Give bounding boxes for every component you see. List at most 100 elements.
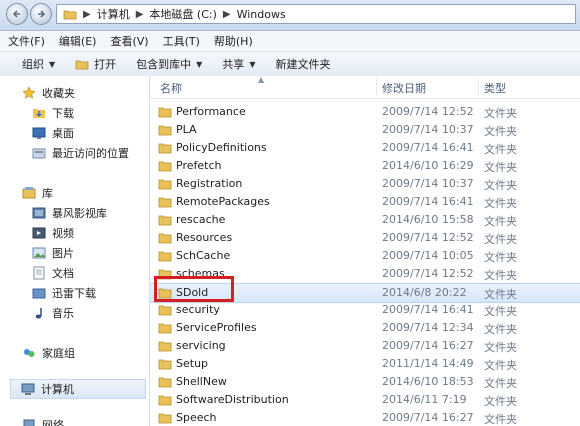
chevron-down-icon: ▼ — [249, 59, 256, 69]
address-field[interactable]: ▶ 计算机 ▶ 本地磁盘 (C:) ▶ Windows — [56, 4, 576, 24]
file-name: PolicyDefinitions — [176, 141, 267, 154]
nav-downloads[interactable]: 下载 — [32, 104, 74, 122]
file-type: 文件夹 — [484, 125, 517, 138]
file-row[interactable]: ShellNew 2014/6/10 18:53 文件夹 — [150, 373, 580, 391]
open-button[interactable]: 打开 — [65, 52, 126, 76]
file-type: 文件夹 — [484, 161, 517, 174]
network-icon — [23, 419, 35, 426]
file-row[interactable]: RemotePackages 2009/7/14 16:41 文件夹 — [150, 193, 580, 211]
file-type: 文件夹 — [484, 395, 517, 408]
file-row[interactable]: Prefetch 2014/6/10 16:29 文件夹 — [150, 157, 580, 175]
file-row[interactable]: Performance 2009/7/14 12:52 文件夹 — [150, 103, 580, 121]
file-name: SchCache — [176, 249, 231, 262]
menu-view[interactable]: 查看(V) — [102, 33, 154, 49]
nav-homegroup[interactable]: 家庭组 — [22, 344, 75, 362]
music-note-icon — [35, 308, 42, 319]
file-type: 文件夹 — [484, 107, 517, 120]
file-name: Resources — [176, 231, 233, 244]
file-row[interactable]: Setup 2011/1/14 14:49 文件夹 — [150, 355, 580, 373]
column-name[interactable]: 名称 — [160, 80, 182, 96]
menu-edit[interactable]: 编辑(E) — [51, 33, 103, 49]
file-name: Registration — [176, 177, 243, 190]
include-in-library-button[interactable]: 包含到库中 ▼ — [126, 52, 212, 76]
file-row[interactable]: Resources 2009/7/14 12:52 文件夹 — [150, 229, 580, 247]
homegroup-icon — [24, 349, 35, 357]
include-label: 包含到库中 — [136, 58, 192, 71]
breadcrumb-local-disk[interactable]: ▶ 本地磁盘 (C:) — [136, 6, 217, 22]
menu-help[interactable]: 帮助(H) — [206, 33, 259, 49]
file-modified-date: 2009/7/14 16:27 — [382, 411, 474, 424]
nav-pictures[interactable]: 图片 — [32, 244, 74, 262]
folder-icon — [158, 161, 172, 172]
breadcrumb-windows[interactable]: ▶ Windows — [223, 8, 286, 21]
picture-icon — [32, 247, 46, 259]
file-row[interactable]: security 2009/7/14 16:41 文件夹 — [150, 301, 580, 319]
file-name: RemotePackages — [176, 195, 270, 208]
folder-icon — [158, 395, 172, 406]
document-icon — [33, 266, 45, 280]
file-row[interactable]: Speech 2009/7/14 16:27 文件夹 — [150, 409, 580, 426]
file-type: 文件夹 — [484, 251, 517, 264]
nav-recent[interactable]: 最近访问的位置 — [32, 144, 129, 162]
nav-music[interactable]: 音乐 — [32, 304, 74, 322]
column-divider[interactable] — [376, 78, 377, 96]
file-row[interactable]: rescache 2014/6/10 15:58 文件夹 — [150, 211, 580, 229]
nav-label: 文档 — [52, 267, 74, 280]
file-modified-date: 2009/7/14 16:41 — [382, 303, 474, 316]
column-divider[interactable] — [478, 78, 479, 96]
breadcrumb-label: Windows — [236, 7, 286, 21]
file-type: 文件夹 — [484, 143, 517, 156]
file-row[interactable]: servicing 2009/7/14 16:27 文件夹 — [150, 337, 580, 355]
file-modified-date: 2014/6/8 20:22 — [382, 286, 467, 299]
navigation-pane: 收藏夹 下载 桌面 最近访问的位置 库 暴风影视库 视频 图片 文档 迅雷下载 … — [0, 76, 150, 426]
column-type[interactable]: 类型 — [484, 80, 506, 96]
nav-network[interactable]: 网络 — [22, 416, 64, 426]
file-modified-date: 2009/7/14 12:52 — [382, 267, 474, 280]
forward-button[interactable] — [30, 3, 52, 25]
nav-label: 图片 — [52, 247, 74, 260]
nav-storm-library[interactable]: 暴风影视库 — [32, 204, 107, 222]
menu-bar: 文件(F) 编辑(E) 查看(V) 工具(T) 帮助(H) — [0, 31, 580, 51]
share-button[interactable]: 共享 ▼ — [212, 52, 265, 76]
file-row[interactable]: PLA 2009/7/14 10:37 文件夹 — [150, 121, 580, 139]
file-modified-date: 2009/7/14 16:27 — [382, 339, 474, 352]
nav-xunlei-downloads[interactable]: 迅雷下载 — [32, 284, 96, 302]
file-name: Performance — [176, 105, 246, 118]
file-modified-date: 2009/7/14 16:41 — [382, 195, 474, 208]
file-row[interactable]: SchCache 2009/7/14 10:05 文件夹 — [150, 247, 580, 265]
column-date[interactable]: 修改日期 — [382, 80, 426, 96]
nav-videos[interactable]: 视频 — [32, 224, 74, 242]
folder-icon — [158, 215, 172, 226]
file-type: 文件夹 — [484, 179, 517, 192]
breadcrumb-computer[interactable]: ▶ 计算机 — [83, 6, 130, 22]
file-modified-date: 2009/7/14 12:34 — [382, 321, 474, 334]
nav-desktop[interactable]: 桌面 — [32, 124, 74, 142]
file-type: 文件夹 — [484, 197, 517, 210]
file-modified-date: 2009/7/14 10:05 — [382, 249, 474, 262]
nav-computer[interactable]: 计算机 — [10, 379, 146, 399]
folder-icon — [63, 10, 77, 20]
nav-favorites[interactable]: 收藏夹 — [22, 84, 75, 102]
nav-libraries[interactable]: 库 — [22, 184, 53, 202]
file-type: 文件夹 — [484, 359, 517, 372]
new-folder-button[interactable]: 新建文件夹 — [265, 52, 340, 76]
menu-tools[interactable]: 工具(T) — [155, 33, 206, 49]
nav-documents[interactable]: 文档 — [32, 264, 74, 282]
menu-file[interactable]: 文件(F) — [0, 33, 51, 49]
file-modified-date: 2009/7/14 10:37 — [382, 177, 474, 190]
organize-button[interactable]: 组织 ▼ — [0, 52, 65, 76]
file-row[interactable]: SoftwareDistribution 2014/6/11 7:19 文件夹 — [150, 391, 580, 409]
file-row[interactable]: Registration 2009/7/14 10:37 文件夹 — [150, 175, 580, 193]
file-name: security — [176, 303, 220, 316]
file-row[interactable]: PolicyDefinitions 2009/7/14 16:41 文件夹 — [150, 139, 580, 157]
star-icon — [22, 86, 36, 99]
folder-icon — [158, 323, 172, 334]
open-label: 打开 — [94, 58, 117, 71]
back-button[interactable] — [6, 3, 28, 25]
file-type: 文件夹 — [484, 305, 517, 318]
forward-arrow-icon — [38, 10, 46, 18]
file-name: Speech — [176, 411, 217, 424]
file-row[interactable]: ServiceProfiles 2009/7/14 12:34 文件夹 — [150, 319, 580, 337]
annotation-highlight-box — [154, 276, 234, 302]
video-library-icon — [32, 207, 46, 219]
